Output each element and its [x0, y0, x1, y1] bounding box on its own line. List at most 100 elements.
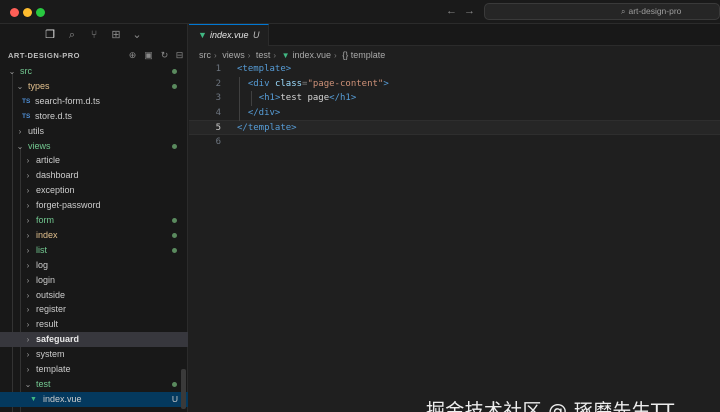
code-line[interactable]: 1 <template>: [189, 62, 720, 77]
close-window-button[interactable]: [10, 8, 19, 17]
code-line[interactable]: 6: [189, 135, 720, 150]
chevron-right-icon: ›: [334, 51, 337, 60]
explorer-icon[interactable]: ❐: [43, 28, 57, 42]
code-token: >: [383, 78, 389, 89]
tree-item-label: form: [36, 215, 54, 225]
chevron-down-icon: ⌄: [16, 81, 24, 91]
source-control-icon[interactable]: ⑂: [87, 28, 101, 42]
tree-item-label: types: [28, 80, 50, 91]
explorer-title: ART-DESIGN-PRO: [8, 51, 81, 60]
code-text: </template>: [237, 121, 297, 136]
command-center-search[interactable]: ⌕ art-design-pro: [484, 3, 720, 20]
tree-item[interactable]: ⌄ types: [0, 79, 188, 94]
chevron-right-icon: ›: [214, 51, 217, 60]
tab-bar: ▼ index.vue U: [189, 24, 720, 46]
chevron-right-icon: ›: [26, 290, 30, 300]
zoom-window-button[interactable]: [36, 8, 45, 17]
code-line[interactable]: 5 </template>: [189, 120, 720, 135]
tree-item-label: log: [36, 259, 49, 270]
chevron-right-icon: ›: [26, 305, 30, 315]
tree-item-label: dashboard: [36, 170, 79, 181]
chevron-right-icon: ›: [26, 365, 30, 374]
tree-item[interactable]: › article: [0, 153, 188, 168]
tree-item[interactable]: › result: [0, 317, 188, 332]
tree-item[interactable]: › template: [0, 362, 188, 377]
tree-item-label: template: [36, 364, 71, 374]
minimize-window-button[interactable]: [23, 8, 32, 17]
code-text: <template>: [237, 62, 291, 77]
sidebar-scrollbar[interactable]: [181, 369, 186, 409]
breadcrumb-symbol[interactable]: {} template: [342, 50, 385, 60]
extensions-icon[interactable]: ⊞: [109, 28, 123, 42]
tree-item[interactable]: TS search-form.d.ts: [0, 94, 188, 109]
editor: ▼ index.vue U src › views › test › ▼ index.v…: [189, 24, 720, 412]
tree-item[interactable]: ▼ index.vue U: [0, 391, 188, 407]
code-token: <h1>: [258, 93, 281, 104]
tree-item-label: test: [36, 378, 51, 389]
tree-item[interactable]: › safeguard: [0, 332, 188, 348]
modified-dot-icon: [172, 83, 177, 89]
code-line[interactable]: 2 <div class="page-content">: [189, 77, 720, 92]
code-text: <div class="page-content">: [237, 77, 389, 92]
activity-bar: ❐ ⌕ ⑂ ⊞ ⌄: [0, 24, 188, 46]
chevron-right-icon: ›: [26, 156, 30, 166]
line-number: 6: [215, 137, 221, 147]
tree-item-label: system: [36, 349, 65, 360]
modified-dot-icon: [172, 232, 177, 238]
chevron-right-icon: ›: [26, 201, 30, 211]
chevron-right-icon: ›: [26, 260, 30, 270]
tree-item[interactable]: › list: [0, 243, 188, 258]
code-text: <h1>test page</h1>: [237, 91, 357, 106]
tree-item[interactable]: › outside: [0, 288, 188, 303]
tab-index-vue[interactable]: ▼ index.vue U: [189, 24, 269, 46]
code-token: </template>: [237, 123, 297, 134]
tree-item-label: src: [20, 66, 32, 76]
new-folder-icon[interactable]: ▣: [143, 50, 154, 61]
tree-item-label: index: [36, 229, 58, 240]
breadcrumb-src[interactable]: src: [199, 50, 211, 60]
breadcrumb-views[interactable]: views: [222, 50, 245, 60]
tree-item[interactable]: ⌄ test: [0, 377, 188, 392]
tree-item-label: safeguard: [36, 334, 80, 345]
chevron-right-icon: ›: [247, 51, 251, 60]
line-number: 4: [215, 107, 221, 118]
tree-item[interactable]: › utils: [0, 124, 188, 139]
breadcrumb: src › views › test › ▼ index.vue › {} templat…: [199, 50, 388, 62]
code-token: <div: [247, 78, 270, 89]
refresh-icon[interactable]: ↻: [159, 50, 170, 61]
tree-item[interactable]: › log: [0, 258, 188, 273]
forward-arrow-icon[interactable]: →: [464, 5, 475, 17]
tree-item-label: article: [36, 155, 61, 166]
code-token: "page-content": [307, 78, 384, 89]
tree-item[interactable]: › dashboard: [0, 168, 188, 183]
tree-item[interactable]: › form: [0, 213, 188, 228]
code-line[interactable]: 3 <h1>test page</h1>: [189, 91, 720, 106]
tab-label: index.vue: [210, 30, 249, 40]
code-line[interactable]: 4 </div>: [189, 106, 720, 121]
tree-item[interactable]: › login: [0, 273, 188, 288]
title-bar: ← → ⌕ art-design-pro: [0, 0, 720, 24]
tree-item[interactable]: › forget-password: [0, 198, 188, 213]
tree-item[interactable]: › exception: [0, 183, 188, 198]
chevron-right-icon: ›: [26, 350, 30, 360]
explorer-header: ART-DESIGN-PRO ⊕ ▣ ↻ ⊟: [0, 48, 188, 64]
chevron-right-icon: ›: [26, 275, 30, 285]
code-token: class: [274, 78, 303, 89]
tree-item[interactable]: › system: [0, 347, 188, 362]
tree-item[interactable]: ⌄ src: [0, 64, 188, 79]
chevron-down-icon[interactable]: ⌄: [130, 28, 144, 42]
tree-item[interactable]: › index: [0, 228, 188, 243]
back-arrow-icon[interactable]: ←: [446, 5, 457, 17]
collapse-all-icon[interactable]: ⊟: [174, 50, 185, 61]
search-icon[interactable]: ⌕: [65, 28, 79, 42]
line-number: 2: [215, 78, 221, 89]
new-file-icon[interactable]: ⊕: [127, 50, 138, 61]
breadcrumb-test[interactable]: test: [256, 50, 271, 60]
tree-item[interactable]: › register: [0, 302, 188, 317]
watermark: 掘金技术社区 @ 琢磨先生TT: [426, 400, 675, 412]
modified-dot-icon: [172, 247, 177, 253]
tree-item-label: index.vue: [43, 393, 82, 404]
tree-item[interactable]: TS store.d.ts: [0, 109, 188, 124]
tree-item[interactable]: ⌄ views: [0, 139, 188, 154]
breadcrumb-file[interactable]: index.vue: [293, 50, 332, 60]
